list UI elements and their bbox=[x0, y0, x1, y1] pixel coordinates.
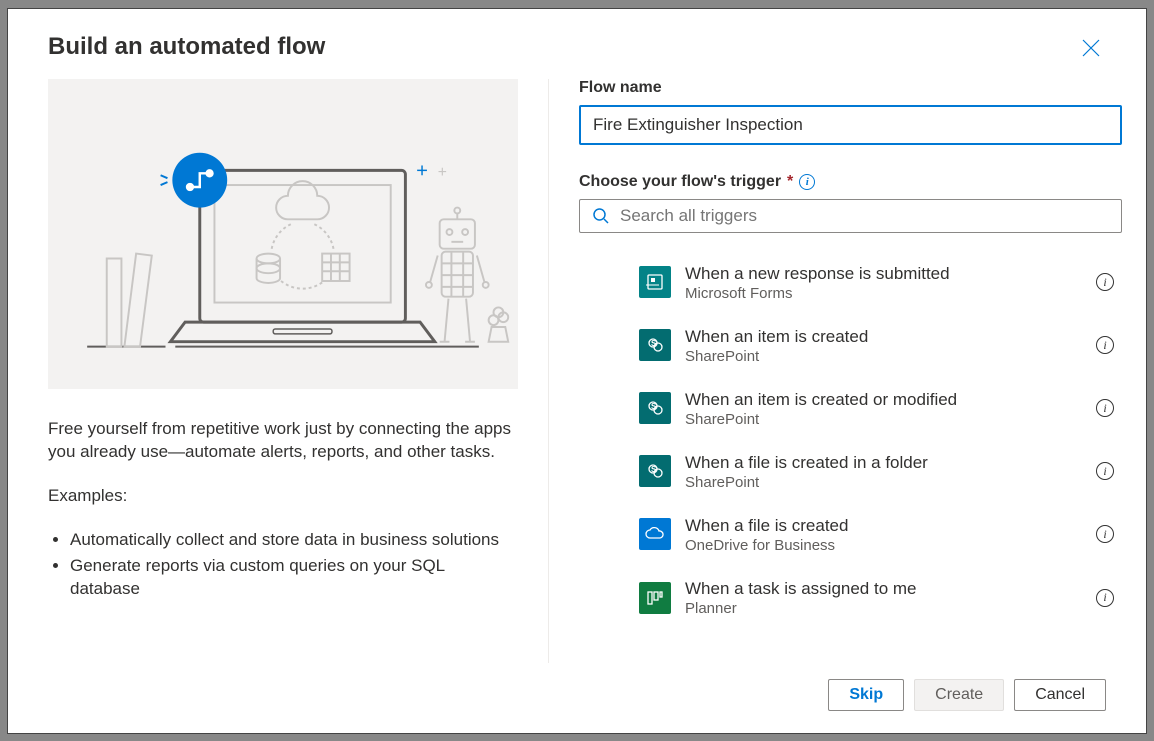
info-icon[interactable]: i bbox=[1096, 273, 1114, 291]
connector-icon: S bbox=[639, 455, 671, 487]
svg-text:S: S bbox=[651, 339, 657, 348]
trigger-title: When an item is created or modified bbox=[685, 389, 1096, 411]
required-asterisk: * bbox=[787, 173, 793, 191]
connector-icon bbox=[639, 582, 671, 614]
trigger-item[interactable]: S When an item is created or modifiedShar… bbox=[639, 377, 1122, 440]
close-icon bbox=[1082, 39, 1100, 57]
left-pane: + Free yourself from repetitive work jus… bbox=[48, 79, 548, 663]
trigger-title: When an item is created bbox=[685, 326, 1096, 348]
trigger-title: When a task is assigned to me bbox=[685, 578, 1096, 600]
svg-text:S: S bbox=[651, 465, 657, 474]
trigger-label: Choose your flow's trigger * i bbox=[579, 173, 1122, 191]
example-item: Generate reports via custom queries on y… bbox=[70, 554, 518, 602]
connector-icon: S bbox=[639, 392, 671, 424]
examples-list: Automatically collect and store data in … bbox=[48, 528, 518, 601]
trigger-title: When a new response is submitted bbox=[685, 263, 1096, 285]
trigger-text: When a file is created in a folderShareP… bbox=[685, 452, 1096, 491]
trigger-text: When an item is created or modifiedShare… bbox=[685, 389, 1096, 428]
trigger-search-box[interactable] bbox=[579, 199, 1122, 233]
close-button[interactable] bbox=[1076, 33, 1106, 63]
dialog-title: Build an automated flow bbox=[48, 33, 325, 61]
trigger-list: When a new response is submittedMicrosof… bbox=[579, 251, 1122, 630]
skip-button[interactable]: Skip bbox=[828, 679, 904, 711]
trigger-item[interactable]: S When a file is created in a folderShare… bbox=[639, 440, 1122, 503]
flow-illustration: + bbox=[48, 79, 518, 389]
trigger-text: When an item is createdSharePoint bbox=[685, 326, 1096, 365]
connector-icon bbox=[639, 518, 671, 550]
trigger-search-input[interactable] bbox=[620, 206, 1109, 226]
info-icon[interactable]: i bbox=[1096, 589, 1114, 607]
trigger-subtitle: Planner bbox=[685, 600, 1096, 617]
trigger-text: When a file is createdOneDrive for Busin… bbox=[685, 515, 1096, 554]
connector-icon: S bbox=[639, 329, 671, 361]
search-icon bbox=[592, 207, 610, 225]
cancel-button[interactable]: Cancel bbox=[1014, 679, 1106, 711]
trigger-item[interactable]: S When an item is createdSharePointi bbox=[639, 314, 1122, 377]
info-icon[interactable]: i bbox=[1096, 399, 1114, 417]
example-item: Automatically collect and store data in … bbox=[70, 528, 518, 552]
trigger-text: When a task is assigned to mePlanner bbox=[685, 578, 1096, 617]
create-button[interactable]: Create bbox=[914, 679, 1004, 711]
flow-name-label: Flow name bbox=[579, 79, 1122, 97]
trigger-subtitle: SharePoint bbox=[685, 348, 1096, 365]
trigger-item[interactable]: When a new response is submittedMicrosof… bbox=[639, 251, 1122, 314]
info-icon[interactable]: i bbox=[799, 174, 815, 190]
trigger-subtitle: SharePoint bbox=[685, 411, 1096, 428]
description-text: Free yourself from repetitive work just … bbox=[48, 417, 518, 465]
trigger-text: When a new response is submittedMicrosof… bbox=[685, 263, 1096, 302]
connector-icon bbox=[639, 266, 671, 298]
dialog-footer: Skip Create Cancel bbox=[8, 663, 1146, 733]
info-icon[interactable]: i bbox=[1096, 462, 1114, 480]
info-icon[interactable]: i bbox=[1096, 525, 1114, 543]
trigger-subtitle: OneDrive for Business bbox=[685, 537, 1096, 554]
svg-text:S: S bbox=[651, 402, 657, 411]
trigger-subtitle: Microsoft Forms bbox=[685, 285, 1096, 302]
info-icon[interactable]: i bbox=[1096, 336, 1114, 354]
trigger-title: When a file is created in a folder bbox=[685, 452, 1096, 474]
trigger-title: When a file is created bbox=[685, 515, 1096, 537]
right-pane[interactable]: Flow name Choose your flow's trigger * i… bbox=[549, 79, 1132, 639]
examples-label: Examples: bbox=[48, 484, 518, 508]
trigger-item[interactable]: When a file is createdOneDrive for Busin… bbox=[639, 503, 1122, 566]
build-automated-flow-dialog: Build an automated flow bbox=[7, 8, 1147, 734]
trigger-item[interactable]: When a task is assigned to mePlanneri bbox=[639, 566, 1122, 629]
flow-name-input[interactable] bbox=[579, 105, 1122, 145]
trigger-subtitle: SharePoint bbox=[685, 474, 1096, 491]
svg-text:+: + bbox=[438, 164, 447, 181]
